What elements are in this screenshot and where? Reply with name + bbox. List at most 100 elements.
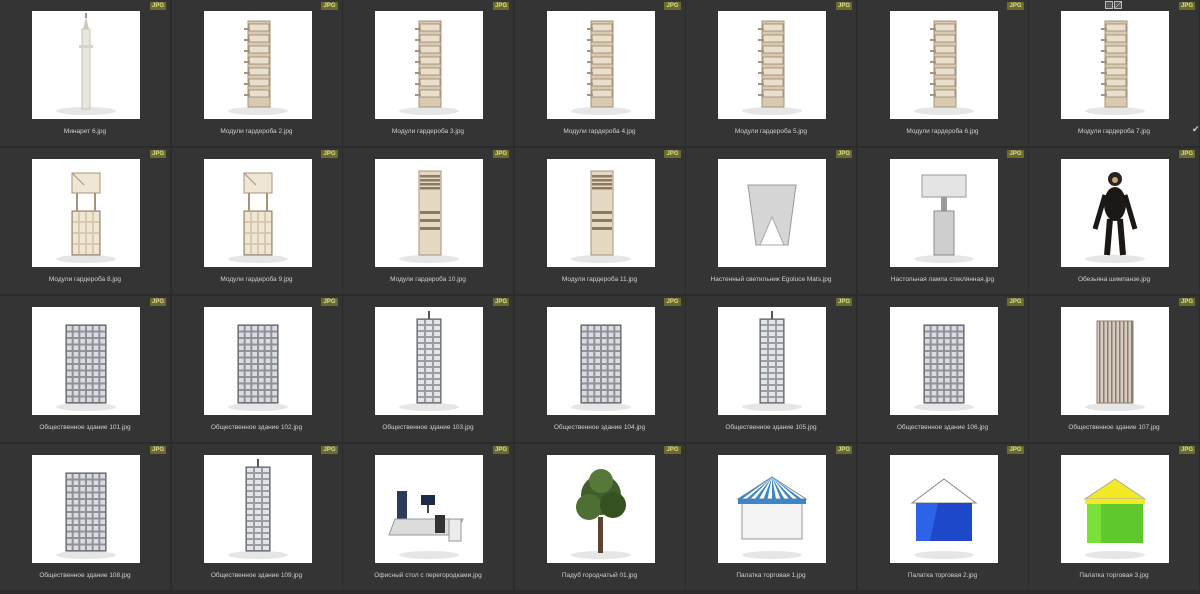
file-type-badge: JPG (835, 2, 852, 10)
thumbnail-tile[interactable]: JPG Настольная лампа стеклянная.jpg (857, 148, 1028, 294)
wardrobe-icon (1061, 11, 1169, 119)
wardrobe-icon (375, 11, 483, 119)
thumbnail-tile[interactable]: JPG Палатка торговая 3.jpg (1029, 444, 1199, 590)
file-type-badge: JPG (1007, 2, 1024, 10)
file-type-badge: JPG (1007, 298, 1024, 306)
file-type-badge: JPG (664, 150, 681, 158)
thumbnail-tile[interactable]: JPG Общественное здание 105.jpg (686, 296, 856, 442)
wardrobe-icon (718, 11, 826, 119)
building-icon (546, 307, 655, 415)
wardrobe-cubbies-icon (32, 159, 140, 267)
file-type-badge: JPG (664, 446, 681, 454)
file-type-badge: JPG (321, 298, 338, 306)
thumbnail-tile[interactable]: JPG Общественное здание 107.jpg (1029, 296, 1199, 442)
file-type-badge: JPG (321, 150, 338, 158)
file-type-badge: JPG (321, 2, 338, 10)
thumbnail-tile[interactable]: JPG Модули гардероба 3.jpg (343, 0, 513, 146)
thumbnail-tile[interactable]: JPG Общественное здание 101.jpg (0, 296, 170, 442)
file-type-badge: JPG (149, 298, 166, 306)
file-type-badge: JPG (835, 150, 852, 158)
thumbnail-filename: Общественное здание 103.jpg (382, 424, 474, 431)
thumbnail-tile[interactable]: JPG Настенный светильник Egoluce Mats.jpg (686, 148, 856, 294)
thumbnail-filename: Модули гардероба 11.jpg (561, 276, 638, 283)
file-type-badge: JPG (1007, 150, 1024, 158)
wardrobe-icon (203, 11, 312, 119)
wardrobe-icon (889, 11, 998, 119)
tent-striped-icon (718, 455, 826, 563)
file-type-badge: JPG (492, 446, 509, 454)
tower-icon (375, 307, 483, 415)
thumbnail-tile[interactable]: JPG Общественное здание 108.jpg (0, 444, 170, 590)
thumbnail-tile[interactable]: JPG Минарет 6.jpg (0, 0, 170, 146)
thumbnail-filename: Модули гардероба 4.jpg (563, 128, 636, 135)
thumbnail-filename: Падуб городчатый 01.jpg (561, 572, 638, 579)
building-icon (203, 307, 312, 415)
edit-pencil-icon[interactable] (1114, 1, 1122, 9)
building-icon (889, 307, 998, 415)
thumbnail-filename: Общественное здание 109.jpg (210, 572, 303, 579)
thumbnail-filename: Палатка торговая 3.jpg (1079, 572, 1149, 579)
building-striped-icon (1061, 307, 1169, 415)
building-icon (32, 455, 140, 563)
wardrobe-shelves-icon (375, 159, 483, 267)
thumbnail-filename: Минарет 6.jpg (63, 128, 107, 135)
thumbnail-tile[interactable]: JPG Модули гардероба 6.jpg (857, 0, 1028, 146)
thumbnail-tile[interactable]: JPG Модули гардероба 8.jpg (0, 148, 170, 294)
thumbnail-filename: Модули гардероба 2.jpg (220, 128, 293, 135)
thumbnail-filename: Общественное здание 102.jpg (210, 424, 303, 431)
thumbnail-filename: Общественное здание 106.jpg (896, 424, 989, 431)
thumbnail-filename: Модули гардероба 10.jpg (390, 276, 466, 283)
thumbnail-tile[interactable]: JPG Модули гардероба 5.jpg (686, 0, 856, 146)
table-lamp-icon (889, 159, 998, 267)
thumbnail-filename: Модули гардероба 9.jpg (220, 276, 293, 283)
select-box-icon[interactable] (1105, 1, 1113, 9)
thumbnail-tile[interactable]: JPG Модули гардероба 10.jpg (343, 148, 513, 294)
thumbnail-tile[interactable]: JPG Палатка торговая 2.jpg (857, 444, 1028, 590)
file-type-badge: JPG (149, 150, 166, 158)
thumbnail-tile[interactable]: JPG Падуб городчатый 01.jpg (514, 444, 685, 590)
tent-blue-icon (889, 455, 998, 563)
office-desk-icon (375, 455, 483, 563)
thumbnail-tile[interactable]: JPG Модули гардероба 2.jpg (171, 0, 342, 146)
minaret-icon (32, 11, 140, 119)
file-type-badge: JPG (664, 298, 681, 306)
file-type-badge: JPG (1178, 298, 1195, 306)
checkmark-icon[interactable]: ✔ (1192, 124, 1200, 135)
wall-lamp-icon (718, 159, 826, 267)
thumbnail-filename: Офисный стол с перегородками.jpg (374, 572, 482, 579)
file-type-badge: JPG (492, 298, 509, 306)
thumbnail-filename: Модули гардероба 7.jpg (1077, 128, 1151, 135)
thumbnail-tile[interactable]: JPG Модули гардероба 7.jpg (1029, 0, 1199, 146)
thumbnail-filename: Обезьяна шимпанзе.jpg (1077, 276, 1151, 283)
thumbnail-filename: Модули гардероба 6.jpg (906, 128, 979, 135)
wardrobe-shelves-icon (546, 159, 655, 267)
thumbnail-tile[interactable]: JPG Офисный стол с перегородками.jpg (343, 444, 513, 590)
thumbnail-filename: Общественное здание 104.jpg (553, 424, 646, 431)
file-type-badge: JPG (492, 150, 509, 158)
file-type-badge: JPG (1178, 2, 1195, 10)
thumbnail-filename: Модули гардероба 8.jpg (48, 276, 122, 283)
file-type-badge: JPG (149, 2, 166, 10)
thumbnail-filename: Палатка торговая 2.jpg (907, 572, 978, 579)
thumbnail-filename: Общественное здание 108.jpg (39, 572, 131, 579)
thumbnail-tile[interactable]: JPG Общественное здание 102.jpg (171, 296, 342, 442)
thumbnail-tile[interactable]: JPG Общественное здание 104.jpg (514, 296, 685, 442)
thumbnail-tile[interactable]: JPG Палатка торговая 1.jpg (686, 444, 856, 590)
tower-icon (718, 307, 826, 415)
thumbnail-tile[interactable]: JPG Модули гардероба 9.jpg (171, 148, 342, 294)
file-type-badge: JPG (149, 446, 166, 454)
thumbnail-grid: JPG Минарет 6.jpg JPG Модули гардероба 2.jp… (0, 0, 1200, 594)
thumbnail-filename: Модули гардероба 3.jpg (391, 128, 465, 135)
building-icon (32, 307, 140, 415)
file-type-badge: JPG (835, 446, 852, 454)
thumbnail-filename: Палатка торговая 1.jpg (736, 572, 806, 579)
tower-icon (203, 455, 312, 563)
thumbnail-tile[interactable]: JPG Модули гардероба 11.jpg (514, 148, 685, 294)
thumbnail-tile[interactable]: JPG Модули гардероба 4.jpg (514, 0, 685, 146)
file-type-badge: JPG (492, 2, 509, 10)
thumbnail-tile[interactable]: JPG Общественное здание 109.jpg (171, 444, 342, 590)
thumbnail-tile[interactable]: JPG Общественное здание 106.jpg (857, 296, 1028, 442)
thumbnail-tile[interactable]: JPG Обезьяна шимпанзе.jpg (1029, 148, 1199, 294)
thumbnail-filename: Общественное здание 101.jpg (39, 424, 131, 431)
thumbnail-tile[interactable]: JPG Общественное здание 103.jpg (343, 296, 513, 442)
